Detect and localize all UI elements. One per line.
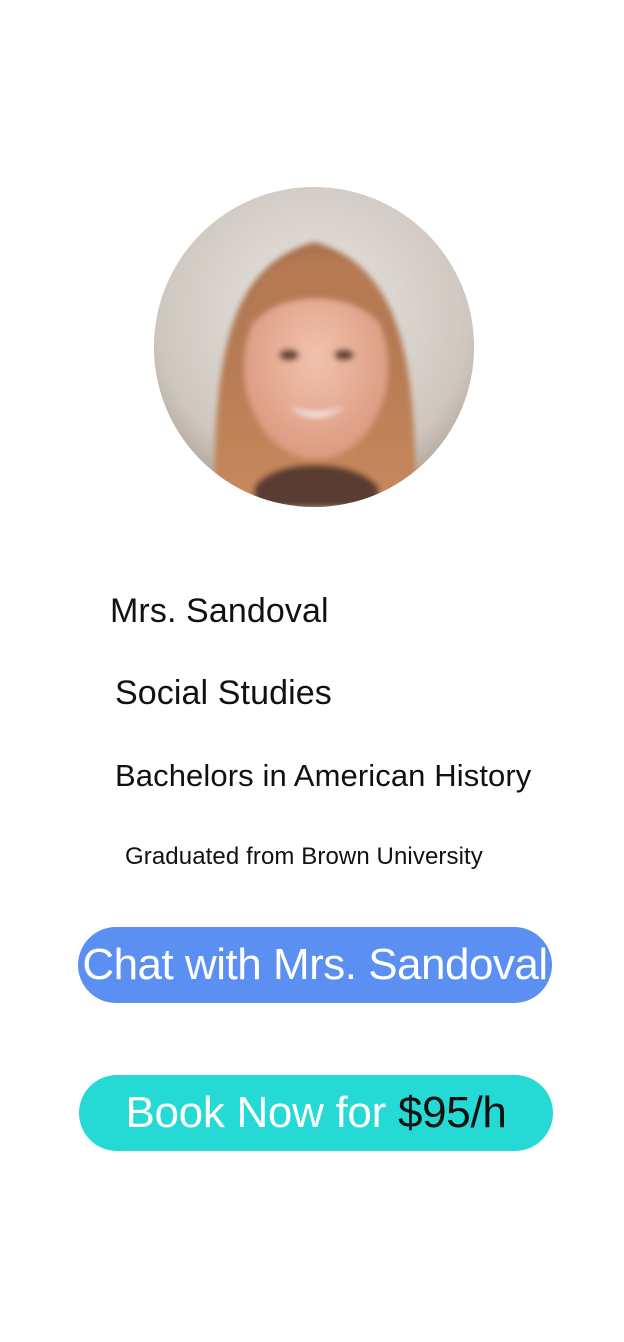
teacher-subject: Social Studies xyxy=(115,674,332,712)
avatar-photo xyxy=(154,187,474,507)
teacher-avatar xyxy=(154,187,474,507)
book-price: $95/h xyxy=(397,1088,507,1137)
teacher-degree: Bachelors in American History xyxy=(115,758,532,793)
teacher-education: Graduated from Brown University xyxy=(125,843,483,870)
book-button-label: Book Now for xyxy=(125,1088,386,1137)
book-now-button[interactable]: Book Now for $95/h xyxy=(79,1075,553,1151)
chat-button[interactable]: Chat with Mrs. Sandoval xyxy=(78,927,552,1003)
chat-button-label: Chat with Mrs. Sandoval xyxy=(82,940,548,989)
teacher-name: Mrs. Sandoval xyxy=(110,592,329,630)
